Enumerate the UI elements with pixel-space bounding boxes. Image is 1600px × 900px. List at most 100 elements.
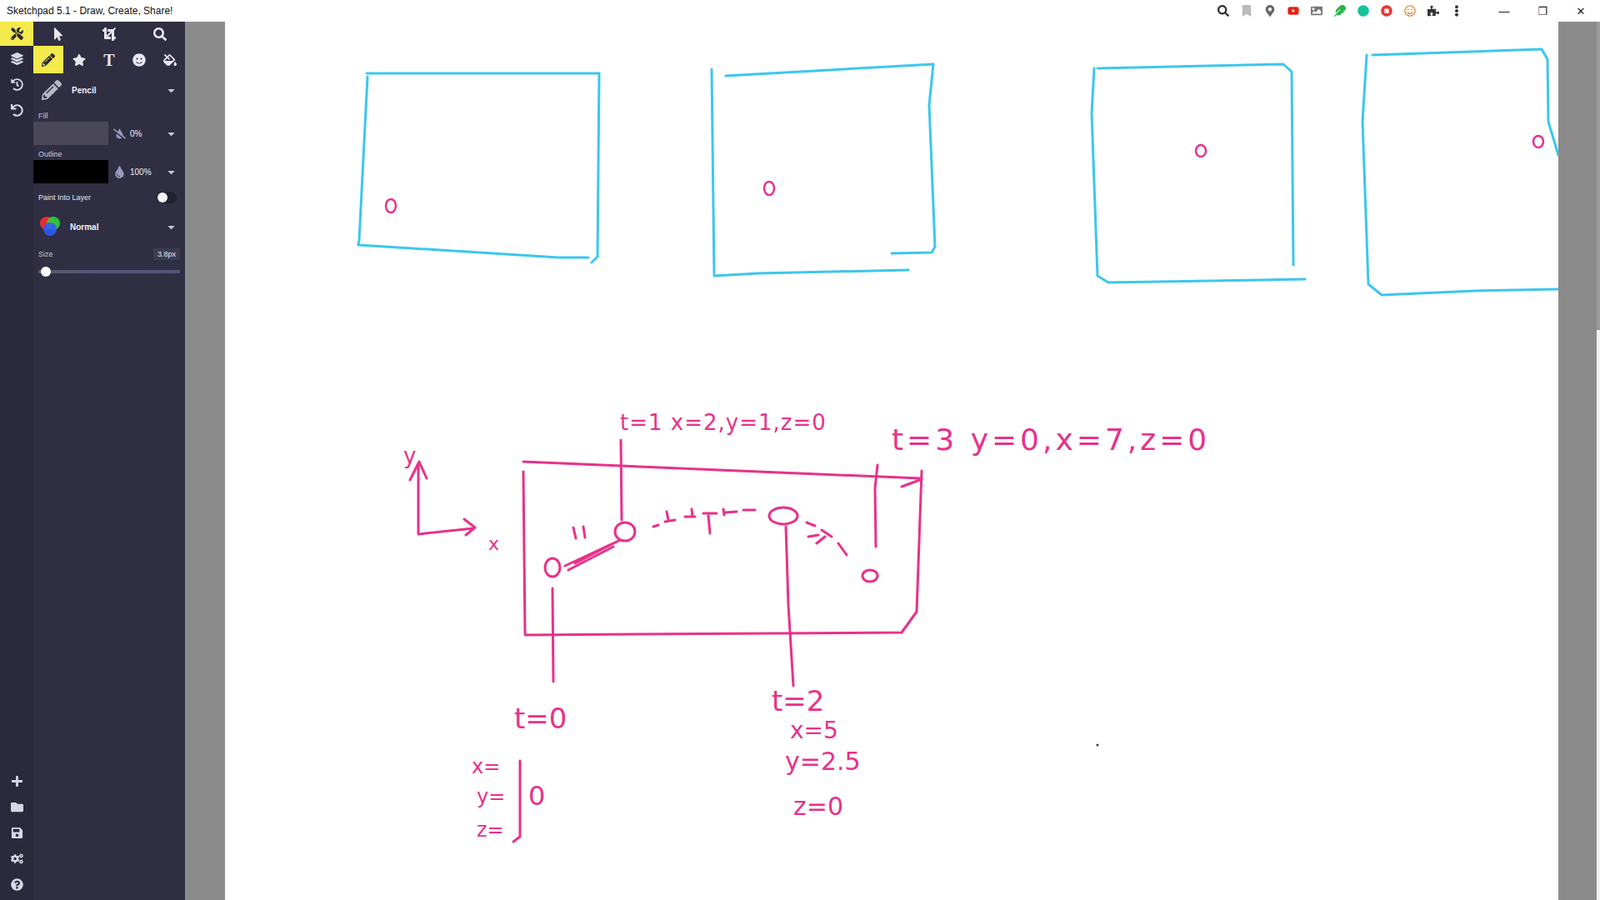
tool-button[interactable] — [155, 45, 185, 74]
stop-icon[interactable] — [1379, 4, 1394, 19]
extension-icon[interactable] — [1402, 4, 1417, 19]
undo-icon — [10, 104, 24, 117]
ball-2 — [764, 181, 775, 195]
rail-button[interactable] — [0, 794, 34, 820]
sketch-label: t=2 — [771, 684, 825, 718]
size-slider[interactable] — [38, 270, 180, 274]
canvas-gutter-right — [1558, 21, 1600, 900]
ball-t1 — [615, 522, 635, 541]
fill-label: Fill — [33, 106, 185, 122]
grammar-icon[interactable] — [1355, 4, 1370, 19]
canvas[interactable]: yxt=1 x=2,y=1,z=0t=3 y=0,x=7,z=0t=0x=y=z… — [225, 21, 1559, 900]
text-tool-glyph: T — [103, 51, 115, 69]
cursor-icon — [51, 27, 65, 41]
tool-button[interactable] — [84, 21, 135, 46]
tool-button[interactable] — [33, 21, 85, 46]
pencil-icon — [41, 53, 55, 67]
rail-button[interactable] — [0, 21, 34, 46]
rail-button[interactable] — [0, 871, 34, 898]
window-control[interactable]: ✕ — [1561, 0, 1600, 22]
path-hatching — [565, 526, 620, 570]
frame-2 — [711, 64, 935, 276]
save-icon — [10, 826, 24, 840]
feather-icon[interactable] — [1332, 4, 1347, 19]
time-line-t1 — [620, 440, 622, 520]
help-icon — [10, 878, 24, 891]
fill-row: 0% — [33, 121, 185, 145]
menu-icon[interactable] — [1449, 4, 1464, 19]
stray-dot — [1096, 744, 1100, 747]
icon-rail — [0, 21, 34, 900]
window-control[interactable]: ❐ — [1523, 0, 1562, 22]
sketch-label: y=2.5 — [785, 746, 861, 776]
time-line-t0 — [552, 588, 554, 682]
frame-4 — [1362, 49, 1559, 295]
rail-button[interactable] — [0, 71, 34, 98]
sketch-label: t=1 x=2,y=1,z=0 — [620, 410, 827, 435]
frame-1 — [358, 73, 600, 263]
window-title: Sketchpad 5.1 - Draw, Create, Share! — [6, 5, 1216, 17]
slider-thumb[interactable] — [40, 266, 51, 277]
extension-bar — [1215, 4, 1464, 19]
outline-row: 100% — [33, 160, 185, 184]
rail-button[interactable] — [0, 768, 34, 795]
sketch-label: t=3 y=0,x=7,z=0 — [891, 422, 1210, 457]
zoom-icon[interactable] — [1215, 4, 1230, 19]
motion-box — [523, 461, 922, 635]
paint-into-layer-row: Paint Into Layer — [33, 183, 185, 209]
youtube-icon[interactable] — [1285, 4, 1300, 19]
crop-icon — [102, 27, 116, 41]
sketch-label: x — [488, 533, 500, 555]
brush-select[interactable]: Pencil — [33, 73, 185, 107]
puzzle-icon[interactable] — [1425, 4, 1440, 19]
tool-button[interactable] — [63, 45, 94, 74]
paint-into-layer-toggle[interactable] — [156, 191, 177, 204]
sketch-label: y= — [476, 785, 505, 809]
drawing-canvas[interactable]: yxt=1 x=2,y=1,z=0t=3 y=0,x=7,z=0t=0x=y=z… — [225, 21, 1559, 900]
ball-t3 — [862, 570, 878, 582]
ball-t2 — [769, 507, 798, 525]
sketch-label: 0 — [528, 780, 545, 812]
outline-opacity[interactable]: 100% — [113, 165, 177, 179]
size-value[interactable]: 3.8px — [153, 248, 180, 260]
blend-mode-select[interactable]: Normal — [33, 210, 185, 244]
rail-button[interactable] — [0, 845, 34, 872]
rail-button[interactable] — [0, 97, 34, 124]
tool-button[interactable] — [33, 45, 64, 74]
caret-icon — [165, 85, 177, 96]
image-icon[interactable] — [1309, 4, 1324, 19]
ball-3 — [1195, 145, 1206, 157]
bookmark-icon[interactable] — [1239, 4, 1254, 19]
sketch-label: x=5 — [790, 716, 839, 745]
tools-icon — [10, 27, 24, 40]
sketch-label: z=0 — [793, 791, 844, 821]
path-dashes — [653, 509, 755, 534]
tool-row — [33, 21, 185, 46]
paint-bucket-icon — [163, 53, 177, 67]
map-pin-icon[interactable] — [1262, 4, 1277, 19]
color-wheel-icon — [38, 215, 62, 239]
no-opacity-icon — [113, 127, 126, 140]
app-window: Sketchpad 5.1 - Draw, Create, Share! —❐✕ T… — [0, 0, 1600, 900]
size-row: Size3.8px — [33, 243, 185, 262]
tool-button[interactable]: T — [94, 45, 125, 74]
window-control[interactable]: — — [1485, 0, 1524, 22]
magnifier-icon — [153, 27, 167, 41]
rail-button[interactable] — [0, 45, 34, 72]
fill-opacity[interactable]: 0% — [113, 127, 177, 140]
scrollbar-thumb[interactable] — [1596, 21, 1600, 330]
blend-mode: Normal — [70, 222, 158, 232]
ball-4 — [1533, 135, 1544, 148]
brush-name: Pencil — [71, 85, 156, 95]
layers-icon — [10, 52, 24, 65]
tool-button[interactable] — [134, 21, 185, 46]
outline-label: Outline — [33, 145, 185, 160]
outline-swatch[interactable] — [33, 160, 109, 184]
pencil-icon — [41, 80, 62, 100]
sketch-label: z= — [476, 818, 505, 842]
rail-button[interactable] — [0, 820, 34, 846]
scrollbar[interactable] — [1596, 21, 1600, 900]
title-bar: Sketchpad 5.1 - Draw, Create, Share! —❐✕ — [0, 0, 1600, 22]
fill-swatch[interactable] — [33, 121, 109, 145]
tool-button[interactable] — [124, 45, 155, 74]
